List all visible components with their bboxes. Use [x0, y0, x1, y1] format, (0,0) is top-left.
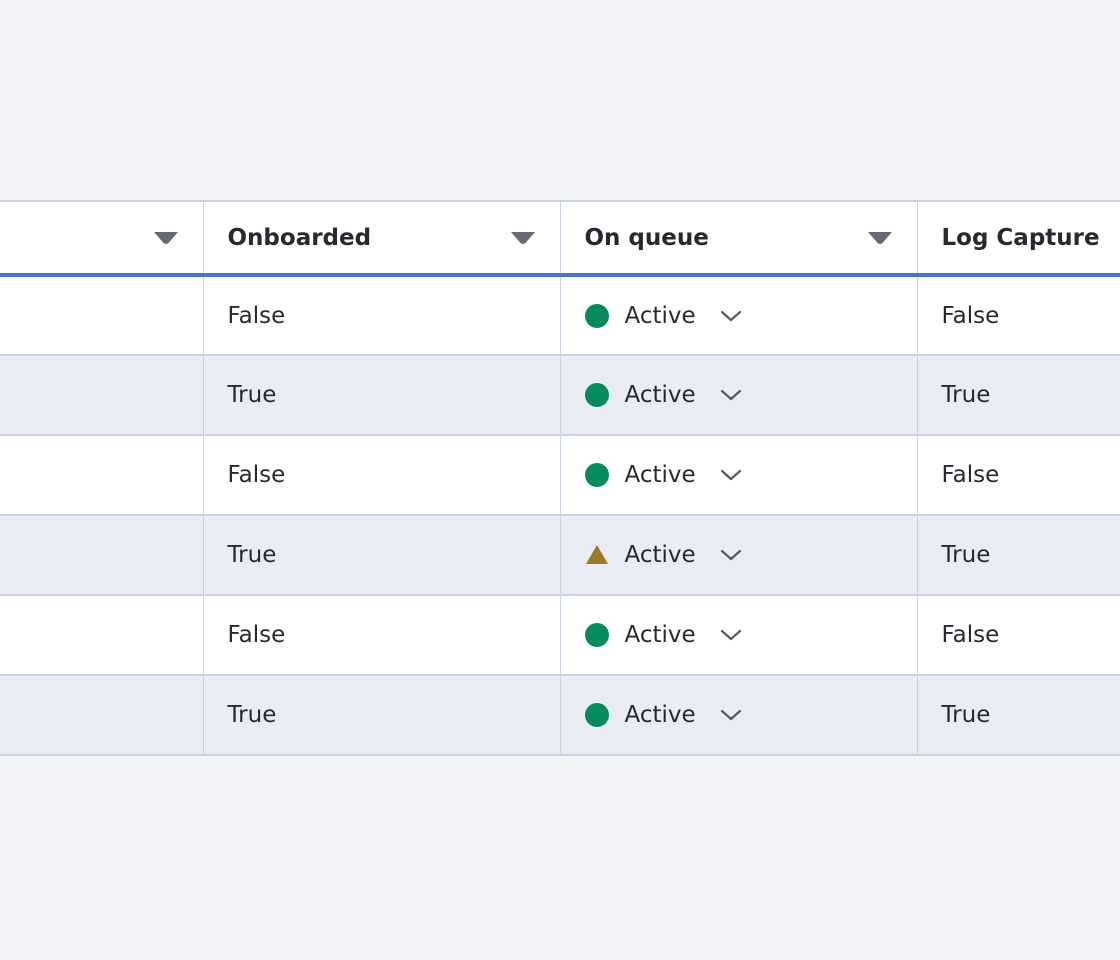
- log-capture-text: False: [941, 302, 1000, 329]
- onboarded-text: False: [227, 622, 286, 648]
- cell-log-capture: True: [916, 355, 1120, 436]
- cell-name: mith: [0, 275, 203, 356]
- table-row[interactable]: mith False Active False: [0, 595, 1120, 676]
- cell-on-queue: Active: [559, 435, 917, 516]
- cell-on-queue: Active: [559, 355, 917, 436]
- cell-onboarded: False: [202, 275, 560, 356]
- cell-onboarded: True: [202, 355, 560, 436]
- cell-log-capture: False: [916, 595, 1120, 676]
- log-capture-text: False: [941, 622, 1000, 648]
- cell-name: mith: [0, 435, 203, 516]
- green-circle-icon: [584, 623, 609, 647]
- column-header-log-capture[interactable]: Log Capture: [916, 200, 1120, 277]
- chevron-down-icon[interactable]: [719, 623, 743, 647]
- cell-onboarded: True: [202, 515, 560, 596]
- onboarded-text: True: [227, 542, 277, 568]
- onboarded-text: False: [227, 302, 286, 329]
- queue-status-label: Active: [624, 702, 696, 728]
- chevron-down-icon[interactable]: [719, 463, 743, 487]
- column-header-onboarded[interactable]: Onboarded: [202, 200, 560, 277]
- queue-status-dropdown[interactable]: Active: [584, 302, 893, 329]
- column-header-on-queue[interactable]: On queue: [559, 200, 917, 277]
- cell-log-capture: True: [916, 515, 1120, 596]
- queue-status-dropdown[interactable]: Active: [584, 382, 893, 408]
- table-row[interactable]: raper True Active True: [0, 675, 1120, 756]
- sort-caret-down-icon[interactable]: [153, 231, 179, 245]
- data-grid: Onboarded On queue Log Capture False Act…: [0, 200, 1120, 760]
- cell-onboarded: True: [202, 675, 560, 756]
- cell-log-capture: False: [916, 435, 1120, 516]
- queue-status-label: Active: [624, 622, 696, 648]
- column-header-label: On queue: [584, 224, 709, 251]
- cell-log-capture: True: [916, 675, 1120, 756]
- log-capture-text: False: [941, 462, 1000, 488]
- cell-on-queue: Active: [559, 595, 917, 676]
- table-row[interactable]: Voods True Active True: [0, 515, 1120, 596]
- cell-onboarded: False: [202, 435, 560, 516]
- chevron-down-icon[interactable]: [719, 543, 743, 567]
- column-header-label: Onboarded: [227, 224, 372, 251]
- queue-status-dropdown[interactable]: Active: [584, 462, 893, 488]
- column-header-name[interactable]: [0, 200, 203, 277]
- header-row: Onboarded On queue Log Capture: [0, 200, 1120, 277]
- queue-status-dropdown[interactable]: Active: [584, 622, 893, 648]
- onboarded-text: True: [227, 702, 277, 728]
- table-row[interactable]: mith False Active False: [0, 435, 1120, 516]
- queue-status-dropdown[interactable]: Active: [585, 542, 893, 568]
- onboarded-text: True: [227, 382, 277, 408]
- queue-status-label: Active: [624, 382, 696, 408]
- onboarded-text: False: [227, 462, 286, 488]
- table-row[interactable]: Murphy True Active True: [0, 355, 1120, 436]
- log-capture-text: True: [941, 542, 991, 568]
- green-circle-icon: [584, 383, 609, 407]
- queue-status-dropdown[interactable]: Active: [584, 702, 893, 728]
- sort-caret-down-icon[interactable]: [867, 231, 893, 245]
- sort-caret-down-icon[interactable]: [510, 231, 536, 245]
- queue-status-label: Active: [624, 302, 696, 329]
- green-circle-icon: [584, 703, 609, 727]
- cell-on-queue: Active: [559, 675, 917, 756]
- chevron-down-icon[interactable]: [719, 304, 743, 328]
- chevron-down-icon[interactable]: [719, 383, 743, 407]
- log-capture-text: True: [941, 382, 991, 408]
- cell-name: raper: [0, 675, 203, 756]
- queue-status-label: Active: [624, 462, 696, 488]
- cell-name: Murphy: [0, 355, 203, 436]
- queue-status-label: Active: [624, 542, 696, 568]
- table-row[interactable]: mith False Active False: [0, 275, 1120, 356]
- log-capture-text: True: [941, 702, 991, 728]
- users-table: Onboarded On queue Log Capture False Act…: [0, 200, 1120, 756]
- green-circle-icon: [584, 303, 609, 328]
- cell-name: mith: [0, 595, 203, 676]
- cell-name: Voods: [0, 515, 203, 596]
- cell-on-queue: Active: [559, 515, 917, 596]
- warning-triangle-icon: [585, 543, 609, 567]
- column-header-label: Log Capture: [941, 224, 1100, 251]
- cell-on-queue: Active: [559, 275, 917, 356]
- chevron-down-icon[interactable]: [719, 703, 743, 727]
- cell-log-capture: False: [916, 275, 1120, 356]
- cell-onboarded: False: [202, 595, 560, 676]
- green-circle-icon: [584, 463, 609, 487]
